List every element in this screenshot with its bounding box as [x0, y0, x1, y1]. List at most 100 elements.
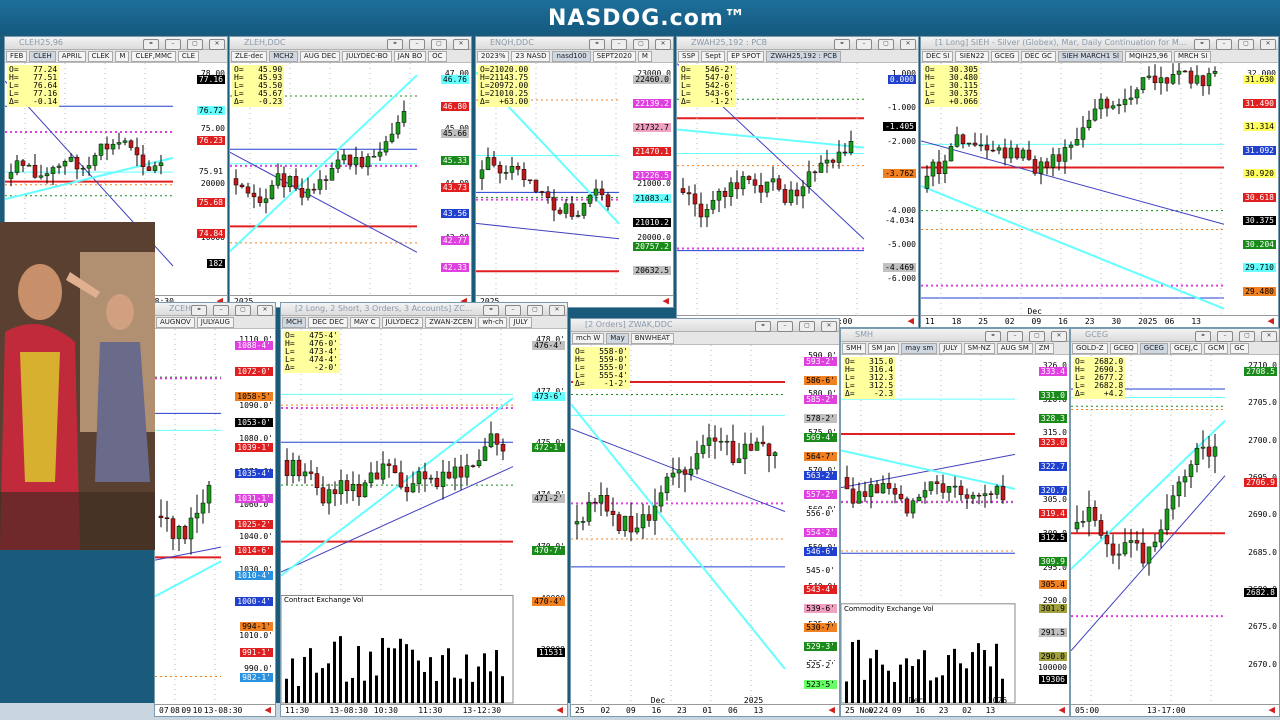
minimize-icon[interactable]: – — [856, 39, 872, 50]
window-title-bar[interactable]: CLEH25,96 ⚭ – ▢ ✕ — [5, 37, 227, 50]
restore-icon[interactable]: ▢ — [878, 39, 894, 50]
symbol-tab[interactable]: GCEQ — [1109, 343, 1138, 354]
symbol-tab[interactable]: may sm — [901, 343, 938, 354]
symbol-tab[interactable]: SEPT2020 — [592, 51, 636, 62]
symbol-tab[interactable]: JULYDEC2 — [381, 317, 424, 328]
price-plot[interactable]: O= 546-2' H= 547-0' L= 542-6' L= 543-6' … — [677, 63, 918, 327]
restore-icon[interactable]: ▢ — [1239, 331, 1255, 342]
window-title-bar[interactable]: [1 Long] SIEH - Silver (Globex), Mar, Da… — [921, 37, 1278, 50]
chart-window-w4[interactable]: ZWAH25,192 : PCB ⚭ – ▢ ✕ SSP Sept EP SPOT ZWAH25… — [676, 36, 919, 328]
symbol-tab[interactable]: 23 NASD — [511, 51, 551, 62]
close-icon[interactable]: ✕ — [1261, 331, 1277, 342]
restore-icon[interactable]: ▢ — [1238, 39, 1254, 50]
price-plot[interactable]: O=21020.00 H=21143.75 L=20972.00 L=21010… — [476, 63, 673, 307]
close-icon[interactable]: ✕ — [655, 39, 671, 50]
symbol-tab[interactable]: M — [115, 51, 130, 62]
symbol-tab[interactable]: DEC GC — [1020, 51, 1056, 62]
symbol-tab[interactable]: GCEG — [990, 51, 1019, 62]
link-icon[interactable]: ⚭ — [755, 321, 771, 332]
symbol-tab[interactable]: SSP — [678, 51, 700, 62]
link-icon[interactable]: ⚭ — [1194, 39, 1210, 50]
symbol-tab[interactable]: DEC DEC — [308, 317, 348, 328]
link-icon[interactable]: ⚭ — [191, 305, 207, 316]
symbol-tab[interactable]: GCEJ,C — [1169, 343, 1202, 354]
restore-icon[interactable]: ▢ — [1029, 331, 1045, 342]
restore-icon[interactable]: ▢ — [431, 39, 447, 50]
minimize-icon[interactable]: – — [505, 305, 521, 316]
chart-window-w3[interactable]: ENQH,DDC ⚭ – ▢ ✕ 2023% 23 NASD nasd100 SEPT2020 M… — [475, 36, 674, 308]
symbol-tab[interactable]: MAY C — [349, 317, 380, 328]
scroll-left-icon[interactable]: ◀ — [1267, 314, 1274, 327]
link-icon[interactable]: ⚭ — [1195, 331, 1211, 342]
link-icon[interactable]: ⚭ — [985, 331, 1001, 342]
price-plot[interactable]: Contract Exchange Vol O= 475-4' H= 476-0'… — [281, 329, 567, 716]
symbol-tab[interactable]: MQIH25,96 — [1125, 51, 1172, 62]
symbol-tab[interactable]: ZWAN-ZCEN — [425, 317, 477, 328]
symbol-tab[interactable]: SIEN22 — [955, 51, 989, 62]
symbol-tab[interactable]: AUG DEC — [299, 51, 341, 62]
minimize-icon[interactable]: – — [611, 39, 627, 50]
minimize-icon[interactable]: – — [213, 305, 229, 316]
scroll-left-icon[interactable]: ◀ — [1058, 703, 1065, 716]
symbol-tab[interactable]: CLEF,MMC — [131, 51, 176, 62]
window-title-bar[interactable]: SMH ⚭ – ▢ ✕ — [841, 329, 1069, 342]
link-icon[interactable]: ⚭ — [589, 39, 605, 50]
symbol-tab[interactable]: MRCH SI — [1173, 51, 1212, 62]
minimize-icon[interactable]: – — [1216, 39, 1232, 50]
symbol-tab[interactable]: JULYDEC-BO — [342, 51, 392, 62]
symbol-tab[interactable]: CLEH — [29, 51, 56, 62]
window-title-bar[interactable]: ENQH,DDC ⚭ – ▢ ✕ — [476, 37, 673, 50]
close-icon[interactable]: ✕ — [900, 39, 916, 50]
symbol-tab[interactable]: GOLD-Z — [1072, 343, 1108, 354]
symbol-tab[interactable]: EP SPOT — [727, 51, 765, 62]
price-plot[interactable]: O= 2682.0 H= 2690.3 L= 2677.2 L= 2682.8 … — [1071, 355, 1279, 716]
symbol-tab[interactable]: JAN BO — [393, 51, 427, 62]
symbol-tab[interactable]: BNWHEAT — [630, 333, 674, 344]
symbol-tab[interactable]: SIEH MARCH1 SI — [1057, 51, 1124, 62]
chart-window-w10[interactable]: GCEG ⚭ – ▢ ✕ GOLD-Z GCEQ GCEG GCEJ,C GCM GC O= 2682… — [1070, 328, 1280, 717]
window-title-bar[interactable]: [2 Orders] ZWAK,DDC ⚭ – ▢ ✕ — [571, 319, 839, 332]
price-plot[interactable]: O= 558-0' H= 559-0' L= 555-0' L= 555-4' … — [571, 345, 839, 716]
minimize-icon[interactable]: – — [777, 321, 793, 332]
restore-icon[interactable]: ▢ — [527, 305, 543, 316]
symbol-tab[interactable]: JULY — [939, 343, 962, 354]
restore-icon[interactable]: ▢ — [235, 305, 251, 316]
symbol-tab[interactable]: Sept — [701, 51, 726, 62]
minimize-icon[interactable]: – — [1007, 331, 1023, 342]
symbol-tab[interactable]: AUGNOV — [156, 317, 195, 328]
symbol-tab[interactable]: OC — [428, 51, 447, 62]
symbol-tab[interactable]: 2023% — [477, 51, 510, 62]
close-icon[interactable]: ✕ — [209, 39, 225, 50]
symbol-tab[interactable]: mch W — [572, 333, 605, 344]
minimize-icon[interactable]: – — [409, 39, 425, 50]
scroll-left-icon[interactable]: ◀ — [1268, 703, 1275, 716]
window-title-bar[interactable]: ZCEH25,96⚭–▢✕ — [155, 303, 275, 316]
price-plot[interactable]: Commodity Exchange Vol O= 315.0 H= 316.4 … — [841, 355, 1069, 716]
symbol-tab[interactable]: ZWAH25,192 : PCB — [766, 51, 841, 62]
symbol-tab[interactable]: APRIL — [57, 51, 86, 62]
symbol-tab[interactable]: JULYAUG — [196, 317, 234, 328]
minimize-icon[interactable]: – — [165, 39, 181, 50]
symbol-tab[interactable]: FEB — [6, 51, 28, 62]
symbol-tab[interactable]: SMH — [842, 343, 866, 354]
chart-window-w6[interactable]: ZCEH25,96⚭–▢✕AUGNOVJULYAUG1110.0'1100.0'… — [154, 302, 276, 717]
price-plot[interactable]: O= 45.90 H= 45.93 L= 45.50 L= 45.67 Δ= -… — [230, 63, 471, 307]
link-icon[interactable]: ⚭ — [143, 39, 159, 50]
symbol-tab[interactable]: GCEG — [1139, 343, 1168, 354]
symbol-tab[interactable]: wh-ch — [478, 317, 508, 328]
chart-window-w2[interactable]: ZLEH,DDC ⚭ – ▢ ✕ ZLE-dec MCH2 AUG DEC JULYDEC-BO… — [229, 36, 472, 308]
symbol-tab[interactable]: CLEK — [87, 51, 114, 62]
price-plot[interactable]: 1110.0'1100.0'1090.0'1080.0'1070.0'1060.… — [155, 329, 275, 716]
close-icon[interactable]: ✕ — [1051, 331, 1067, 342]
link-icon[interactable]: ⚭ — [387, 39, 403, 50]
symbol-tab[interactable]: M — [637, 51, 652, 62]
scroll-left-icon[interactable]: ◀ — [907, 314, 914, 327]
symbol-tab[interactable]: MCH — [282, 317, 307, 328]
minimize-icon[interactable]: – — [1217, 331, 1233, 342]
symbol-tab[interactable]: DEC SI — [922, 51, 954, 62]
symbol-tab[interactable]: ZLE-dec — [231, 51, 268, 62]
symbol-tab[interactable]: MCH2 — [269, 51, 298, 62]
restore-icon[interactable]: ▢ — [799, 321, 815, 332]
symbol-tab[interactable]: May — [606, 333, 629, 344]
close-icon[interactable]: ✕ — [1260, 39, 1276, 50]
